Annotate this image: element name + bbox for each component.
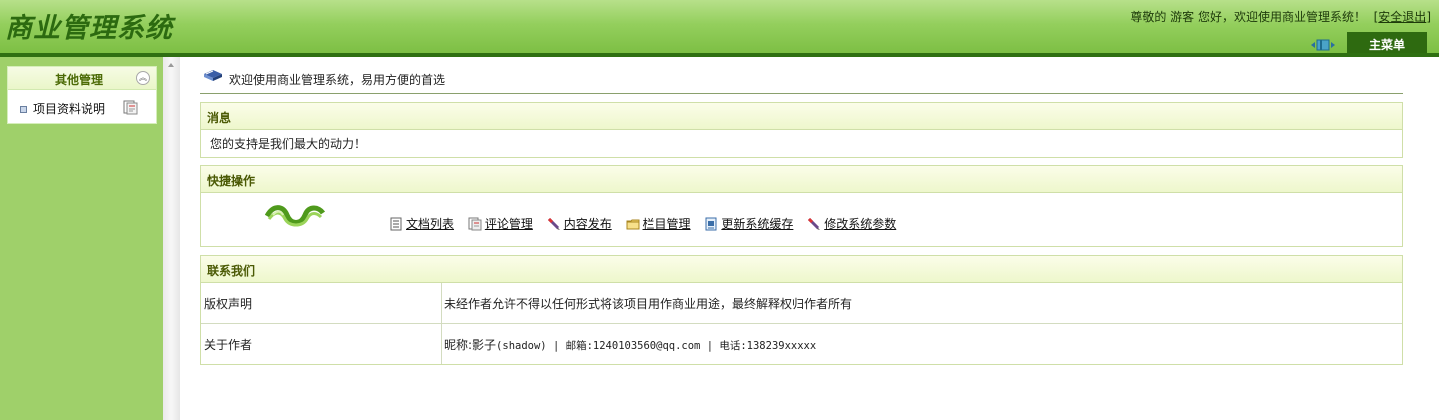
- author-value: 昵称:影子(shadow) | 邮箱:1240103560@qq.com | 电…: [444, 336, 816, 353]
- publish-pen-icon: [547, 217, 560, 230]
- quick-link-update-cache[interactable]: 更新系统缓存: [704, 215, 793, 232]
- sidebar: 其他管理 ︽ 项目资料说明: [0, 57, 163, 420]
- app-title: 商业管理系统: [5, 13, 173, 44]
- quick-actions-header: 快捷操作: [201, 166, 1402, 193]
- contact-panel: 联系我们 版权声明 未经作者允许不得以任何形式将该项目用作商业用途，最终解释权归…: [200, 255, 1403, 365]
- message-panel: 消息 您的支持是我们最大的动力！: [200, 102, 1403, 158]
- collapse-icon[interactable]: ︽: [136, 71, 150, 85]
- message-panel-title: 消息: [207, 111, 232, 125]
- swirl-logo-icon: [265, 205, 325, 227]
- settings-pen-icon: [808, 217, 821, 230]
- copyright-value: 未经作者允许不得以任何形式将该项目用作商业用途，最终解释权归作者所有: [444, 297, 853, 311]
- welcome-text: 尊敬的 游客 您好，欢迎使用商业管理系统！: [1130, 10, 1366, 24]
- message-panel-header: 消息: [201, 103, 1402, 130]
- contact-table: 版权声明 未经作者允许不得以任何形式将该项目用作商业用途，最终解释权归作者所有 …: [201, 283, 1402, 364]
- quick-link-doc-list[interactable]: 文档列表: [389, 215, 454, 232]
- quick-link-label: 栏目管理: [642, 217, 691, 231]
- quick-link-system-params[interactable]: 修改系统参数: [807, 215, 896, 232]
- sidebar-panel-header[interactable]: 其他管理 ︽: [8, 67, 156, 90]
- quick-link-comment-manage[interactable]: 评论管理: [468, 215, 533, 232]
- quick-links-row: 文档列表 评论管理 内容发布 栏目管理 更新系统缓存 修改系统参数: [389, 215, 906, 232]
- sidebar-panel-other: 其他管理 ︽ 项目资料说明: [7, 66, 157, 124]
- intro-divider: [200, 93, 1403, 94]
- bullet-icon: [20, 106, 27, 113]
- scroll-up-arrow-icon[interactable]: [168, 63, 174, 67]
- quick-link-label: 更新系统缓存: [721, 217, 794, 231]
- author-nickname: 昵称:影子: [444, 338, 497, 352]
- cache-refresh-icon: [705, 217, 717, 231]
- message-body: 您的支持是我们最大的动力！: [210, 137, 367, 151]
- author-contact-details: (shadow) | 邮箱:1240103560@qq.com | 电话:138…: [496, 340, 817, 352]
- quick-link-label: 修改系统参数: [824, 217, 897, 231]
- copyright-key: 版权声明: [204, 297, 253, 311]
- contact-panel-header: 联系我们: [201, 256, 1402, 283]
- top-header: 商业管理系统 尊敬的 游客 您好，欢迎使用商业管理系统！ [安全退出] 主菜单: [0, 0, 1439, 57]
- logout-link[interactable]: 安全退出: [1378, 10, 1426, 24]
- intro-text: 欢迎使用商业管理系统，易用方便的首选: [229, 73, 446, 87]
- document-list-icon: [390, 217, 402, 231]
- quick-link-publish[interactable]: 内容发布: [547, 215, 612, 232]
- table-row: 关于作者 昵称:影子(shadow) | 邮箱:1240103560@qq.co…: [201, 323, 1402, 364]
- quick-link-label: 内容发布: [563, 217, 612, 231]
- quick-link-column-manage[interactable]: 栏目管理: [626, 215, 691, 232]
- sidebar-item-label: 项目资料说明: [33, 102, 106, 116]
- comment-edit-icon: [468, 217, 482, 231]
- sidebar-item-project-info[interactable]: 项目资料说明: [20, 100, 105, 117]
- sidebar-panel-title: 其他管理: [55, 73, 104, 87]
- table-row: 版权声明 未经作者允许不得以任何形式将该项目用作商业用途，最终解释权归作者所有: [201, 283, 1402, 323]
- quick-link-label: 评论管理: [484, 217, 533, 231]
- sidebar-splitter[interactable]: [163, 57, 180, 420]
- edit-doc-icon[interactable]: [123, 100, 138, 115]
- toggle-sidebar-icon[interactable]: [1311, 39, 1335, 51]
- quick-actions-panel: 快捷操作 文档列表 评论管理 内容发布 栏目管理 更新系统缓存 修改系统参数: [200, 165, 1403, 247]
- main-content: 欢迎使用商业管理系统，易用方便的首选 消息 您的支持是我们最大的动力！ 快捷操作: [180, 57, 1439, 420]
- contact-panel-title: 联系我们: [207, 264, 256, 278]
- author-key: 关于作者: [204, 338, 253, 352]
- folder-icon: [626, 219, 640, 230]
- book-icon: [204, 70, 222, 81]
- logout-bracket-close: ]: [1426, 10, 1431, 24]
- quick-actions-title: 快捷操作: [207, 174, 256, 188]
- welcome-bar: 尊敬的 游客 您好，欢迎使用商业管理系统！ [安全退出]: [1130, 8, 1431, 25]
- quick-link-label: 文档列表: [406, 217, 455, 231]
